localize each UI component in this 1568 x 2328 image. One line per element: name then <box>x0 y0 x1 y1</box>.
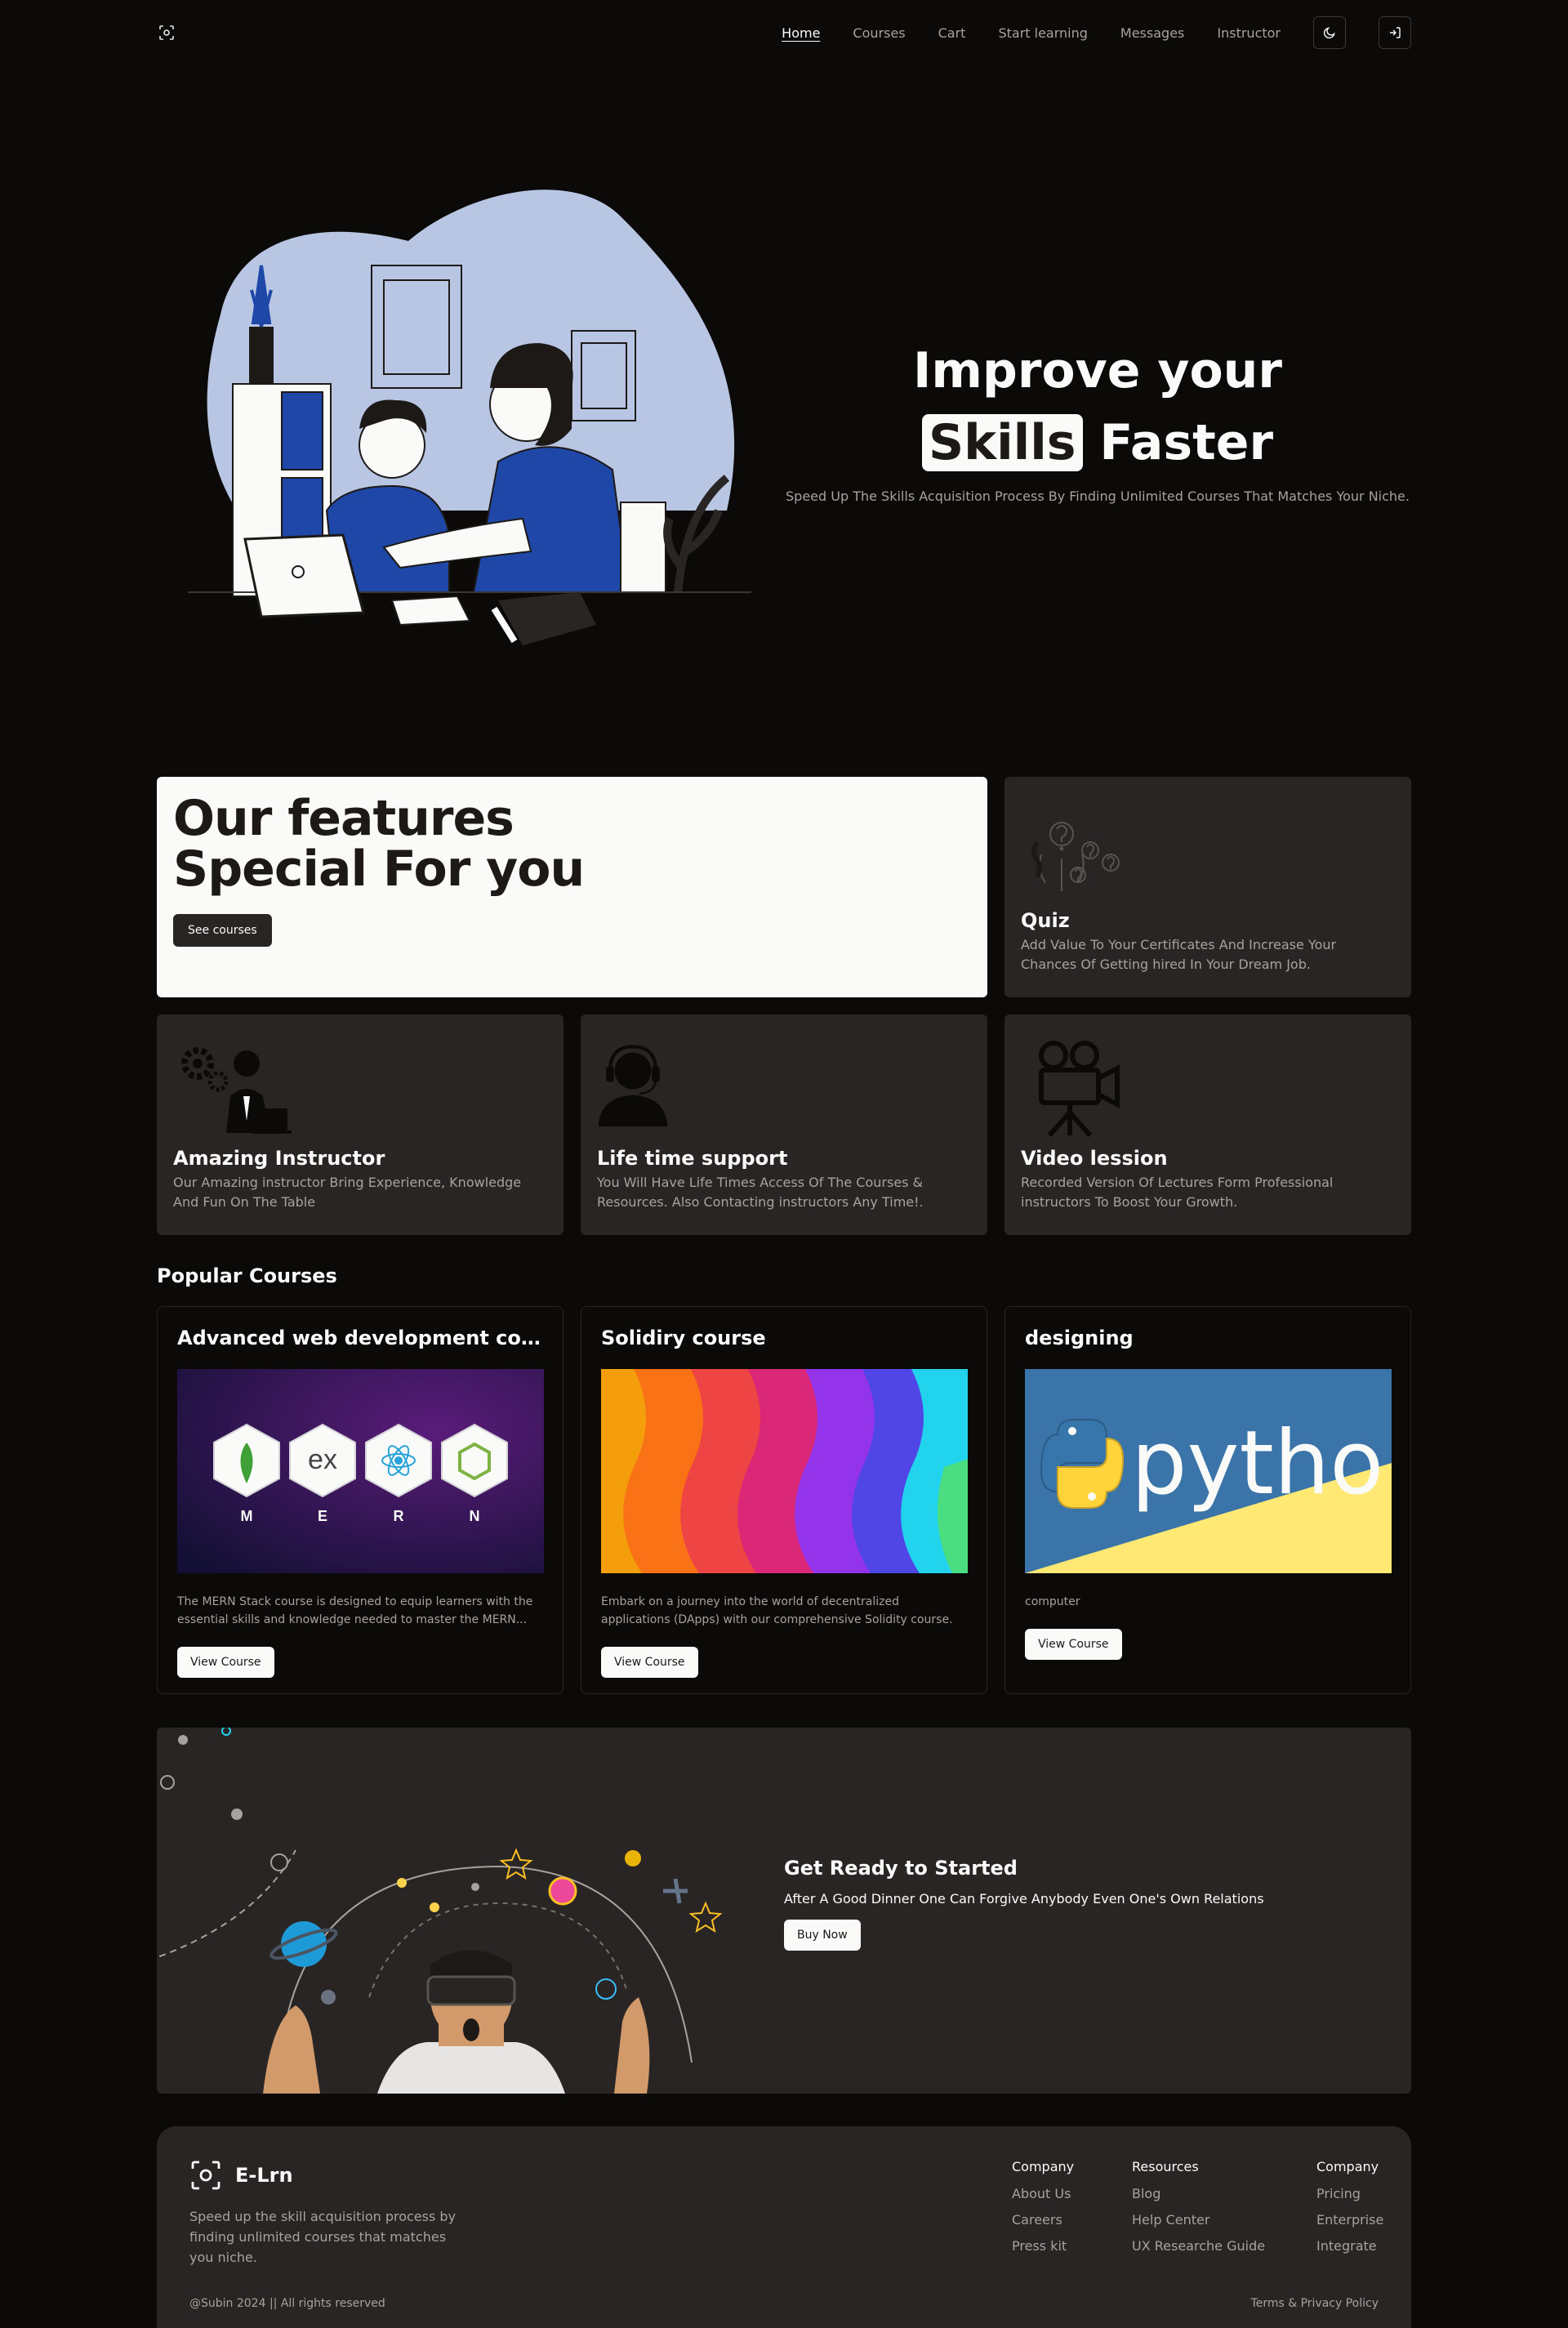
feature-title: Life time support <box>597 1147 788 1170</box>
theme-toggle-button[interactable] <box>1313 16 1346 49</box>
python-word: python <box>1131 1412 1392 1514</box>
nav-home[interactable]: Home <box>782 25 820 41</box>
footer-link-help[interactable]: Help Center <box>1132 2210 1265 2230</box>
features-headline-line2: Special For you <box>173 841 585 898</box>
view-course-button[interactable]: View Course <box>601 1647 698 1678</box>
footer-link-enterprise[interactable]: Enterprise <box>1316 2210 1383 2230</box>
features-headline-line1: Our features <box>173 790 514 847</box>
course-desc: computer <box>1025 1595 1080 1608</box>
footer-link-careers[interactable]: Careers <box>1012 2210 1074 2230</box>
mern-letter-m: M <box>241 1508 253 1524</box>
view-course-button[interactable]: View Course <box>177 1647 274 1678</box>
brand-name: E-Lrn <box>235 2164 293 2187</box>
feature-card-support: Life time support You Will Have Life Tim… <box>581 1015 987 1235</box>
course-desc: Embark on a journey into the world of de… <box>601 1595 953 1626</box>
login-icon <box>1390 27 1401 38</box>
hero-title-line1: Improve your <box>913 342 1282 399</box>
login-button[interactable] <box>1379 16 1411 49</box>
nav-start-learning[interactable]: Start learning <box>998 25 1087 41</box>
footer-link-integrate[interactable]: Integrate <box>1316 2237 1383 2256</box>
hero-title: Improve your Skills Faster <box>784 335 1411 479</box>
course-card-solidity[interactable]: Solidiry course Embark on a journey into… <box>581 1306 987 1694</box>
footer-col-resources: Resources Blog Help Center UX Researche … <box>1132 2159 1265 2263</box>
terms-link[interactable]: Terms & Privacy Policy <box>1251 2297 1379 2310</box>
footer-link-about[interactable]: About Us <box>1012 2184 1074 2204</box>
features-headline-card: Our features Special For you See courses <box>157 777 987 997</box>
nav-links: Home Courses Cart Start learning Message… <box>749 16 1411 49</box>
footer-link-ux-guide[interactable]: UX Researche Guide <box>1132 2237 1265 2256</box>
moon-icon <box>1323 27 1335 39</box>
hero-text: Improve your Skills Faster Speed Up The … <box>784 335 1411 504</box>
course-thumbnail-python: python <box>1025 1369 1392 1573</box>
nav-messages[interactable]: Messages <box>1120 25 1184 41</box>
video-camera-icon <box>1039 1041 1120 1137</box>
course-title: Advanced web development course Me... <box>177 1327 543 1349</box>
feature-title: Video lession <box>1021 1147 1168 1170</box>
feature-title: Amazing Instructor <box>173 1147 385 1170</box>
course-title: Solidiry course <box>601 1327 766 1349</box>
nav-cart[interactable]: Cart <box>938 25 966 41</box>
hero-title-rest: Faster <box>1099 414 1274 471</box>
feature-desc: Recorded Version Of Lectures Form Profes… <box>1021 1175 1334 1210</box>
express-logo-text: ex <box>308 1444 337 1475</box>
footer-col-company-2: Company Pricing Enterprise Integrate <box>1316 2159 1383 2263</box>
cta-banner: Get Ready to Started After A Good Dinner… <box>157 1728 1411 2094</box>
mern-letter-n: N <box>470 1508 480 1524</box>
footer-col-heading: Company <box>1012 2159 1075 2174</box>
cta-text: Get Ready to Started After A Good Dinner… <box>784 1857 1264 1951</box>
course-thumbnail-mern: ex M E R N <box>177 1369 544 1573</box>
top-nav: Home Courses Cart Start learning Message… <box>157 16 1411 49</box>
course-title: designing <box>1025 1327 1134 1349</box>
mern-letter-r: R <box>394 1508 404 1524</box>
course-thumbnail-solidity <box>601 1369 968 1573</box>
popular-courses-title: Popular Courses <box>157 1264 337 1287</box>
footer-desc: Speed up the skill acquisition process b… <box>189 2209 457 2265</box>
footer-col-heading: Company <box>1316 2159 1379 2174</box>
hero-illustration <box>188 167 760 658</box>
footer-link-pricing[interactable]: Pricing <box>1316 2184 1383 2204</box>
hero-highlight: Skills <box>921 414 1083 471</box>
feature-desc: Our Amazing instructor Bring Experience,… <box>173 1175 522 1210</box>
cta-title: Get Ready to Started <box>784 1857 1018 1880</box>
cta-subtitle: After A Good Dinner One Can Forgive Anyb… <box>784 1891 1264 1907</box>
buy-now-button[interactable]: Buy Now <box>784 1920 861 1951</box>
footer: E-Lrn Speed up the skill acquisition pro… <box>157 2126 1411 2328</box>
logo-icon <box>191 2161 220 2190</box>
copyright: @Subin 2024 || All rights reserved <box>189 2297 385 2310</box>
feature-title: Quiz <box>1021 909 1070 932</box>
headset-support-icon <box>598 1045 668 1126</box>
hero-subtitle: Speed Up The Skills Acquisition Process … <box>786 488 1410 504</box>
footer-link-press[interactable]: Press kit <box>1012 2237 1074 2256</box>
hero-title-line2: Skills Faster <box>784 407 1411 479</box>
feature-card-video: Video lession Recorded Version Of Lectur… <box>1004 1015 1411 1235</box>
course-card-designing[interactable]: designing python computer View Course <box>1004 1306 1411 1694</box>
features-headline: Our features Special For you <box>173 793 971 894</box>
see-courses-button[interactable]: See courses <box>173 914 272 947</box>
view-course-button[interactable]: View Course <box>1025 1629 1122 1660</box>
feature-card-quiz: Quiz Add Value To Your Certificates And … <box>1004 777 1411 997</box>
course-card-mern[interactable]: Advanced web development course Me... ex… <box>157 1306 564 1694</box>
feature-desc: Add Value To Your Certificates And Incre… <box>1021 937 1337 972</box>
nav-courses[interactable]: Courses <box>853 25 905 41</box>
feature-desc: You Will Have Life Times Access Of The C… <box>597 1175 924 1210</box>
footer-col-heading: Resources <box>1132 2159 1199 2174</box>
course-desc: The MERN Stack course is designed to equ… <box>177 1595 533 1626</box>
quiz-icon <box>1031 822 1120 891</box>
logo-icon[interactable] <box>157 23 176 42</box>
footer-link-blog[interactable]: Blog <box>1132 2184 1265 2204</box>
feature-card-instructor: Amazing Instructor Our Amazing instructo… <box>157 1015 564 1235</box>
instructor-icon <box>181 1047 292 1134</box>
mern-letter-e: E <box>318 1508 327 1524</box>
vr-space-illustration <box>157 1728 723 2094</box>
footer-col-company: Company About Us Careers Press kit <box>1012 2159 1074 2263</box>
nav-instructor[interactable]: Instructor <box>1217 25 1281 41</box>
